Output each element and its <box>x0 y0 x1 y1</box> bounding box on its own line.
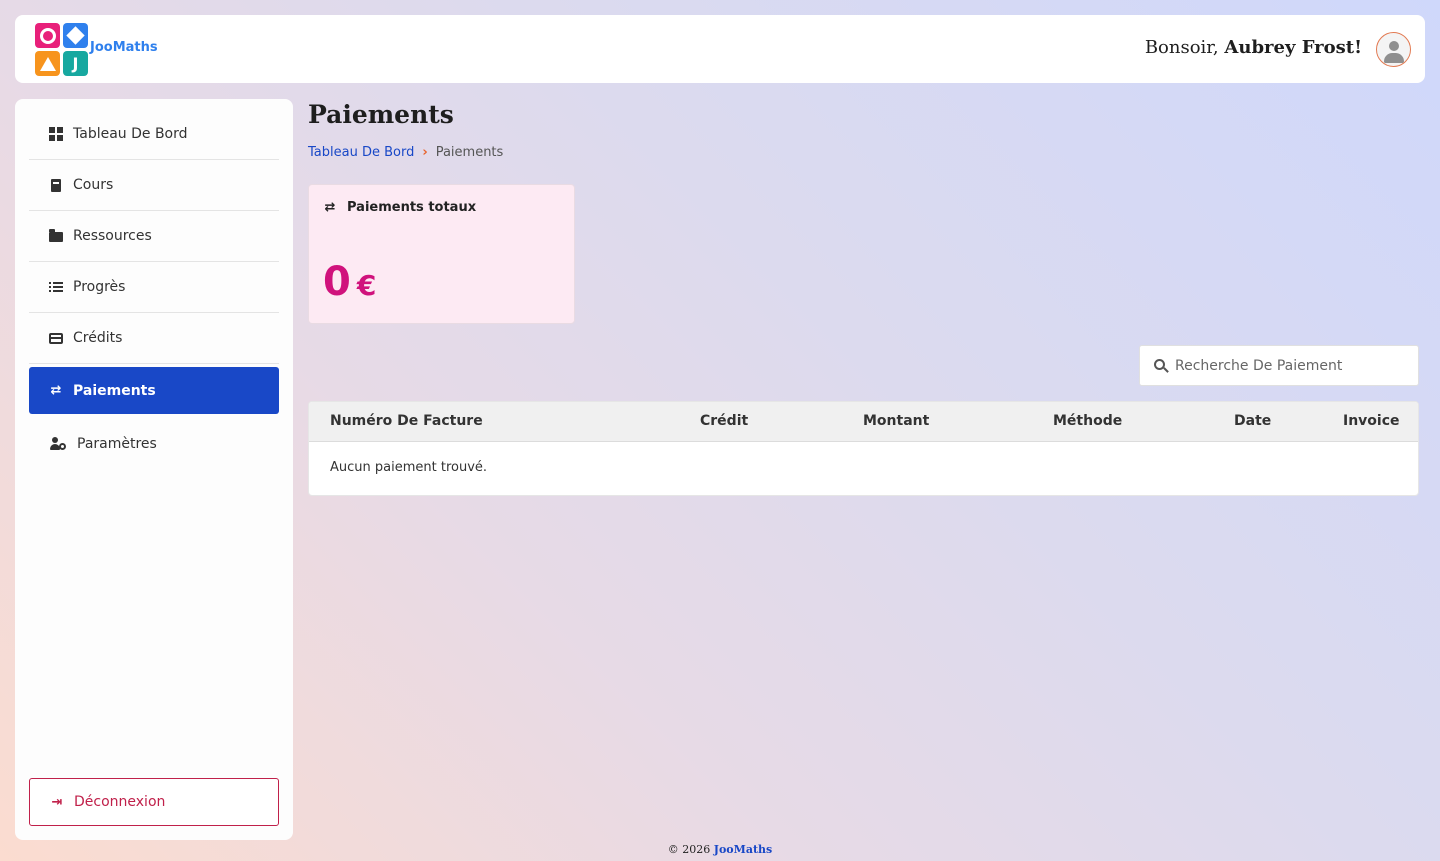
sidebar-item-label: Ressources <box>73 228 152 244</box>
sidebar-item-label: Crédits <box>73 330 123 346</box>
empty-table-message: Aucun paiement trouvé. <box>330 460 488 475</box>
payments-table: Numéro De Facture Crédit Montant Méthode… <box>308 401 1419 496</box>
greeting-prefix: Bonsoir, <box>1144 37 1219 58</box>
sidebar-item-progress[interactable]: Progrès <box>29 262 279 313</box>
column-header-date[interactable]: Date <box>1234 413 1271 429</box>
table-header: Numéro De Facture Crédit Montant Méthode… <box>309 402 1418 442</box>
sidebar-item-courses[interactable]: Cours <box>29 160 279 211</box>
folder-icon <box>49 229 63 243</box>
search-icon <box>1154 359 1169 373</box>
sidebar-item-label: Tableau De Bord <box>73 126 188 142</box>
chevron-right-icon: › <box>422 145 428 160</box>
brand-logo[interactable]: J JooMaths <box>35 23 185 77</box>
search-input[interactable] <box>1175 346 1413 385</box>
payment-search <box>1139 345 1419 386</box>
greeting: Bonsoir, Aubrey Frost! <box>1145 37 1362 58</box>
brand-name: JooMaths <box>90 40 158 55</box>
logo-mark: J <box>35 23 89 77</box>
logo-triangle-tile <box>35 51 60 76</box>
logo-letter-tile: J <box>63 51 88 76</box>
user-icon <box>1389 41 1399 51</box>
sidebar-item-label: Paiements <box>73 382 156 399</box>
sidebar-item-credits[interactable]: Crédits <box>29 313 279 364</box>
stat-card-title-text: Paiements totaux <box>347 200 477 215</box>
stat-card-title: ⇄ Paiements totaux <box>323 200 477 215</box>
total-amount: 0 <box>323 259 351 305</box>
breadcrumb-current: Paiements <box>435 145 504 160</box>
list-check-icon <box>49 280 63 294</box>
logout-button[interactable]: ⇥ Déconnexion <box>29 778 279 826</box>
sidebar-item-label: Cours <box>73 177 114 193</box>
logo-circle-tile <box>35 23 60 48</box>
book-icon <box>49 178 63 192</box>
copyright: © 2026 <box>667 843 711 856</box>
footer-brand-link[interactable]: JooMaths <box>714 843 772 856</box>
sidebar-item-settings[interactable]: Paramètres <box>29 418 279 469</box>
breadcrumb: Tableau De Bord › Paiements <box>308 145 503 160</box>
user-gear-icon <box>49 437 67 451</box>
currency-symbol: € <box>356 269 377 302</box>
footer: © 2026 JooMaths <box>0 843 1440 856</box>
logout-label: Déconnexion <box>74 794 166 810</box>
sidebar-nav: Tableau De Bord Cours Ressources Progrès… <box>29 109 279 469</box>
column-header-invoice[interactable]: Invoice <box>1343 413 1400 429</box>
user-avatar[interactable] <box>1376 32 1411 67</box>
sidebar-item-resources[interactable]: Ressources <box>29 211 279 262</box>
sidebar-item-label: Progrès <box>73 279 126 295</box>
page-title: Paiements <box>308 100 454 129</box>
sidebar-item-dashboard[interactable]: Tableau De Bord <box>29 109 279 160</box>
breadcrumb-home-link[interactable]: Tableau De Bord <box>308 145 414 160</box>
exchange-arrows-icon: ⇄ <box>324 200 336 215</box>
user-name: Aubrey Frost! <box>1224 37 1362 58</box>
sign-out-icon: ⇥ <box>51 794 63 810</box>
total-payments-card: ⇄ Paiements totaux 0 € <box>308 184 575 324</box>
sidebar: Tableau De Bord Cours Ressources Progrès… <box>15 99 293 840</box>
column-header-amount[interactable]: Montant <box>863 413 929 429</box>
dashboard-grid-icon <box>49 127 63 141</box>
logo-diamond-tile <box>63 23 88 48</box>
column-header-method[interactable]: Méthode <box>1053 413 1122 429</box>
sidebar-item-label: Paramètres <box>77 435 157 452</box>
credit-card-icon <box>49 331 63 345</box>
column-header-invoice-number[interactable]: Numéro De Facture <box>330 413 483 429</box>
top-bar: J JooMaths Bonsoir, Aubrey Frost! <box>15 15 1425 83</box>
stat-card-value: 0 € <box>323 259 376 305</box>
column-header-credit[interactable]: Crédit <box>700 413 748 429</box>
sidebar-item-payments[interactable]: ⇄ Paiements <box>29 367 279 414</box>
exchange-arrows-icon: ⇄ <box>50 383 62 398</box>
